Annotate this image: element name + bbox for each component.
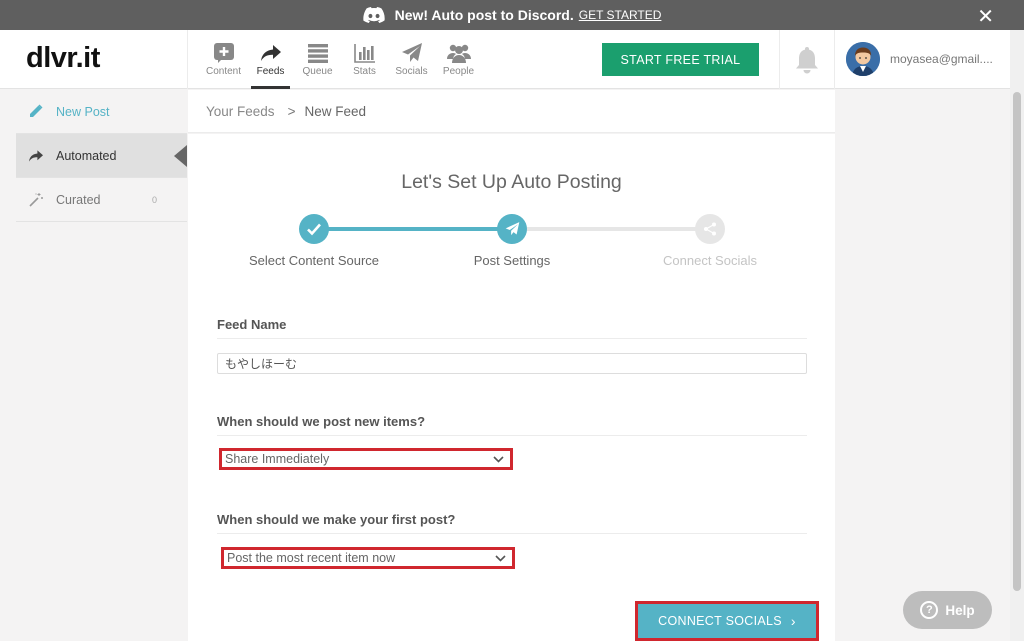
chevron-down-icon — [495, 555, 506, 562]
start-free-trial-button[interactable]: START FREE TRIAL — [602, 43, 759, 76]
first-post-select[interactable]: Post the most recent item now — [221, 547, 515, 569]
step-1-indicator — [299, 214, 329, 244]
top-header: dlvr.it Content Feeds Queue Stats Social… — [0, 30, 1010, 89]
notifications-button[interactable] — [779, 30, 835, 89]
connect-socials-button[interactable]: CONNECT SOCIALS › — [638, 604, 816, 638]
setup-card: Let's Set Up Auto Posting Select Content… — [188, 134, 835, 641]
progress-line-complete — [314, 227, 512, 231]
divider — [217, 435, 807, 436]
nav-label: Feeds — [256, 66, 285, 77]
user-email[interactable]: moyasea@gmail.... — [890, 52, 993, 66]
page-title: Let's Set Up Auto Posting — [401, 171, 622, 193]
share-arrow-icon — [28, 149, 46, 163]
nav-label: Stats — [353, 66, 376, 77]
check-icon — [307, 223, 321, 236]
help-label: Help — [945, 602, 975, 618]
chevron-down-icon — [493, 456, 504, 463]
post-new-items-label: When should we post new items? — [217, 414, 426, 429]
first-post-value: Post the most recent item now — [227, 551, 396, 565]
first-post-label: When should we make your first post? — [217, 512, 456, 527]
step-1-label: Select Content Source — [248, 253, 380, 268]
question-icon: ? — [920, 601, 939, 619]
plus-box-icon — [213, 43, 234, 63]
step-2-label: Post Settings — [473, 253, 551, 268]
nav-label: Socials — [395, 66, 428, 77]
nav-label: Queue — [302, 66, 333, 77]
share-arrow-icon — [260, 45, 281, 61]
nav-label: Content — [205, 66, 242, 77]
step-2-indicator — [497, 214, 527, 244]
banner-text: New! Auto post to Discord. — [394, 7, 574, 23]
breadcrumb-separator: > — [287, 103, 296, 119]
nav-feeds[interactable]: Feeds — [247, 30, 294, 89]
feed-name-input[interactable] — [217, 353, 807, 374]
main-nav: Content Feeds Queue Stats Socials People — [200, 30, 482, 89]
connect-socials-label: CONNECT SOCIALS — [658, 614, 782, 628]
sidebar-item-new-post[interactable]: New Post — [16, 90, 187, 134]
breadcrumb-current: New Feed — [304, 103, 366, 119]
nav-socials[interactable]: Socials — [388, 30, 435, 89]
breadcrumb-your-feeds[interactable]: Your Feeds — [206, 104, 275, 119]
connect-socials-highlight: CONNECT SOCIALS › — [635, 601, 819, 641]
announcement-banner: New! Auto post to Discord. GET STARTED ✕ — [0, 0, 1024, 30]
avatar[interactable] — [846, 42, 880, 76]
magic-wand-icon — [28, 192, 46, 207]
people-icon — [446, 44, 471, 63]
paper-plane-icon — [505, 222, 519, 236]
divider — [217, 533, 807, 534]
nav-queue[interactable]: Queue — [294, 30, 341, 89]
sidebar-item-label: Automated — [56, 148, 117, 163]
sidebar-item-curated[interactable]: Curated 0 — [16, 178, 187, 222]
feed-name-label: Feed Name — [217, 317, 287, 332]
curated-count: 0 — [151, 194, 157, 205]
page-scrollbar[interactable] — [1010, 30, 1024, 641]
post-timing-select[interactable]: Share Immediately — [219, 448, 513, 470]
step-3-indicator — [695, 214, 725, 244]
discord-icon — [362, 7, 385, 23]
divider — [217, 338, 807, 339]
post-timing-value: Share Immediately — [225, 452, 330, 466]
progress-line-pending — [512, 227, 710, 231]
bar-chart-icon — [353, 44, 375, 63]
breadcrumb: Your Feeds > New Feed — [188, 90, 835, 133]
sidebar: New Post Automated Curated 0 — [16, 90, 187, 222]
pencil-icon — [28, 104, 46, 119]
sidebar-item-label: New Post — [56, 104, 110, 119]
bell-icon — [796, 46, 818, 73]
paper-plane-icon — [401, 43, 422, 62]
active-indicator — [174, 145, 187, 167]
logo[interactable]: dlvr.it — [26, 42, 100, 75]
scrollbar-thumb[interactable] — [1013, 92, 1021, 591]
list-icon — [307, 44, 328, 63]
sidebar-item-label: Curated — [56, 192, 101, 207]
close-icon[interactable]: ✕ — [977, 4, 994, 29]
chevron-right-icon: › — [790, 613, 796, 629]
share-icon — [704, 222, 716, 236]
get-started-link[interactable]: GET STARTED — [579, 8, 662, 22]
nav-label: People — [442, 66, 475, 77]
nav-content[interactable]: Content — [200, 30, 247, 89]
step-3-label: Connect Socials — [663, 253, 757, 268]
help-button[interactable]: ? Help — [903, 591, 992, 629]
divider — [187, 30, 188, 89]
active-underline — [251, 86, 290, 89]
nav-stats[interactable]: Stats — [341, 30, 388, 89]
sidebar-item-automated[interactable]: Automated — [16, 134, 187, 178]
nav-people[interactable]: People — [435, 30, 482, 89]
